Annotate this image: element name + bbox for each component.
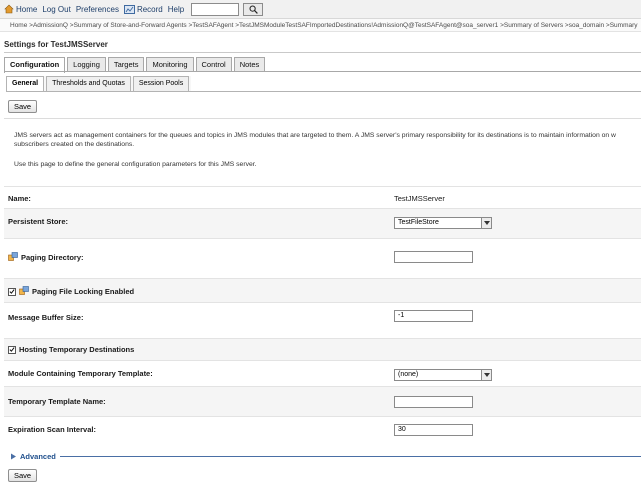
message-buffer-size-input[interactable]: -1	[394, 310, 473, 322]
chevron-down-icon	[481, 370, 491, 380]
chevron-down-icon	[481, 218, 491, 228]
row-persistent-store: Persistent Store: TestFileStore	[4, 208, 641, 238]
row-name: Name: TestJMSServer	[4, 186, 641, 208]
title-divider	[4, 52, 641, 53]
search-button[interactable]	[243, 2, 264, 16]
module-temp-template-label: Module Containing Temporary Template:	[8, 369, 153, 378]
name-label: Name:	[8, 194, 31, 203]
help-label: Help	[167, 4, 185, 14]
breadcrumb[interactable]: Home >AdmissionQ >Summary of Store-and-F…	[0, 19, 641, 32]
top-toolbar: Home Log Out Preferences Record Help	[0, 0, 641, 19]
record-label: Record	[136, 4, 163, 14]
description-line-2: subscribers created on the destinations.	[14, 141, 135, 148]
search-input[interactable]	[191, 2, 240, 16]
home-icon	[4, 4, 14, 14]
persistent-store-select[interactable]: TestFileStore	[394, 217, 492, 229]
message-buffer-size-label: Message Buffer Size:	[8, 313, 84, 322]
hosting-temp-destinations-checkbox[interactable]	[8, 345, 16, 354]
row-message-buffer-size: Message Buffer Size: -1	[4, 302, 641, 338]
logout-label: Log Out	[42, 4, 71, 14]
paging-file-locking-label-wrap: Paging File Locking Enabled	[8, 286, 134, 297]
module-temp-template-select[interactable]: (none)	[394, 369, 492, 381]
paging-directory-label-wrap: Paging Directory:	[8, 252, 84, 263]
hosting-temp-destinations-label-wrap: Hosting Temporary Destinations	[8, 345, 134, 354]
subtabs-divider	[6, 91, 641, 92]
paging-directory-label: Paging Directory:	[21, 253, 84, 262]
advanced-divider	[59, 455, 641, 457]
preferences-link[interactable]: Preferences	[76, 5, 119, 14]
help-link[interactable]: Help	[168, 5, 184, 14]
advanced-label: Advanced	[20, 451, 56, 461]
row-expiration-scan-interval: Expiration Scan Interval: 30	[4, 416, 641, 444]
tab-notes[interactable]: Notes	[233, 57, 266, 72]
save-button-bottom[interactable]: Save	[8, 469, 38, 482]
field-info-icon	[8, 252, 18, 263]
row-hosting-temp-destinations: Hosting Temporary Destinations	[4, 338, 641, 360]
row-paging-file-locking: Paging File Locking Enabled	[4, 278, 641, 302]
name-value: TestJMSServer	[394, 194, 445, 203]
row-module-temp-template: Module Containing Temporary Template: (n…	[4, 360, 641, 386]
expiration-scan-interval-input[interactable]: 30	[394, 424, 473, 436]
sub-tabs: General Thresholds and Quotas Session Po…	[6, 76, 192, 92]
persistent-store-label: Persistent Store:	[8, 217, 69, 226]
persistent-store-value: TestFileStore	[398, 219, 439, 226]
description-line-3: Use this page to define the general conf…	[14, 161, 257, 168]
page-title: Settings for TestJMSServer	[4, 40, 108, 49]
advanced-toggle[interactable]: Advanced	[10, 452, 56, 461]
subtab-session-pools[interactable]: Session Pools	[132, 76, 190, 91]
row-paging-directory: Paging Directory:	[4, 238, 641, 278]
field-info-icon	[19, 286, 29, 297]
subtab-general[interactable]: General	[6, 76, 45, 91]
temp-template-name-label: Temporary Template Name:	[8, 397, 106, 406]
module-temp-template-value: (none)	[398, 371, 419, 378]
record-link[interactable]: Record	[123, 4, 163, 14]
search-icon	[249, 5, 258, 14]
advanced-section: Advanced	[4, 451, 641, 461]
main-tabs: Configuration Logging Targets Monitoring…	[4, 57, 267, 73]
preferences-label: Preferences	[75, 4, 119, 14]
logout-link[interactable]: Log Out	[42, 5, 70, 14]
subtab-thresholds-and-quotas[interactable]: Thresholds and Quotas	[46, 76, 131, 91]
section-divider	[4, 118, 641, 119]
paging-file-locking-label: Paging File Locking Enabled	[32, 287, 135, 296]
record-icon	[123, 4, 135, 14]
home-label: Home	[16, 4, 38, 14]
tab-logging[interactable]: Logging	[67, 57, 106, 72]
home-link[interactable]: Home	[4, 4, 37, 14]
description-line-1: JMS servers act as management containers…	[14, 132, 616, 139]
paging-directory-input[interactable]	[394, 251, 473, 263]
row-temp-template-name: Temporary Template Name:	[4, 386, 641, 416]
save-button-top[interactable]: Save	[8, 100, 38, 113]
tabs-divider	[4, 71, 641, 72]
temp-template-name-input[interactable]	[394, 396, 473, 408]
tab-targets[interactable]: Targets	[107, 57, 145, 72]
hosting-temp-destinations-label: Hosting Temporary Destinations	[19, 345, 135, 354]
tab-monitoring[interactable]: Monitoring	[146, 57, 194, 72]
paging-file-locking-checkbox[interactable]	[8, 287, 16, 296]
expiration-scan-interval-label: Expiration Scan Interval:	[8, 425, 96, 434]
tab-control[interactable]: Control	[195, 57, 232, 72]
expand-arrow-icon	[11, 453, 16, 459]
